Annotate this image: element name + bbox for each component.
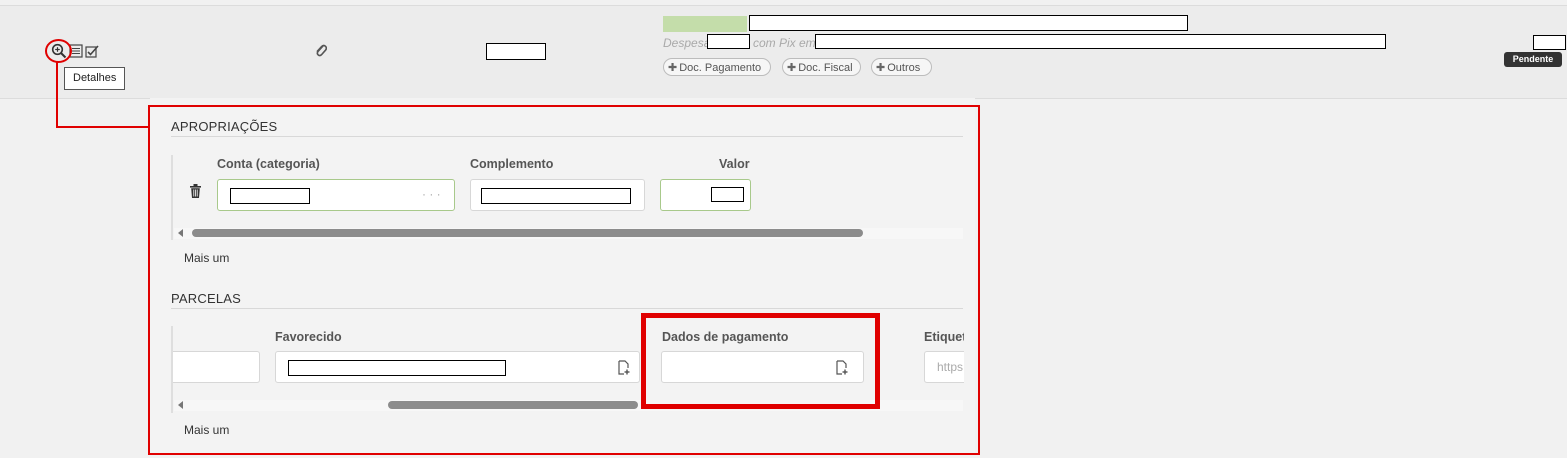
details-tooltip: Detalhes bbox=[64, 67, 126, 90]
status-badge: Pendente bbox=[1504, 52, 1562, 67]
highlight-circle bbox=[45, 39, 72, 63]
redacted-title bbox=[749, 15, 1188, 31]
redacted-date bbox=[1533, 35, 1566, 50]
paperclip-icon[interactable] bbox=[312, 41, 328, 59]
add-outros-button[interactable]: ✚ Outros bbox=[871, 58, 932, 76]
add-doc-fiscal-button[interactable]: ✚ Doc. Fiscal bbox=[782, 58, 861, 76]
description-prefix: Despesa bbox=[663, 36, 711, 50]
edit-check-icon[interactable] bbox=[84, 43, 100, 59]
highlight-connector-v bbox=[56, 62, 58, 128]
dados-pagamento-highlight-box bbox=[641, 313, 880, 409]
redacted-desc-1 bbox=[707, 34, 750, 49]
add-doc-pagamento-button[interactable]: ✚ Doc. Pagamento bbox=[663, 58, 771, 76]
plus-icon: ✚ bbox=[668, 62, 678, 74]
redacted-desc-2 bbox=[815, 34, 1386, 49]
category-tag bbox=[663, 16, 747, 32]
plus-icon: ✚ bbox=[876, 62, 886, 74]
highlight-connector-h bbox=[56, 126, 150, 128]
description-mid: com Pix em bbox=[753, 36, 816, 50]
plus-icon: ✚ bbox=[787, 62, 797, 74]
redacted-amount bbox=[486, 43, 546, 60]
